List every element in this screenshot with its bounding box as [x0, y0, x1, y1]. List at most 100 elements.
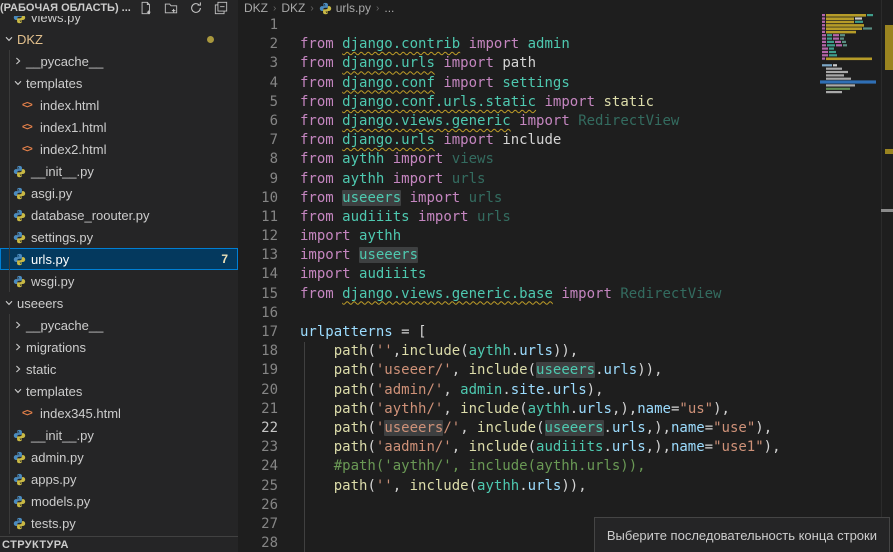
- tree-item--pycache-[interactable]: __pycache__: [0, 50, 238, 72]
- code-token: .: [570, 401, 578, 417]
- code-token: (: [367, 401, 375, 417]
- code-token: [570, 113, 578, 129]
- code-token: (: [367, 478, 375, 494]
- new-file-icon[interactable]: [139, 1, 153, 15]
- line-content: path('useeer/', include(useeers.urls)),: [300, 361, 663, 380]
- code-line-2[interactable]: 2from django.contrib import admin: [238, 35, 818, 54]
- code-line-14[interactable]: 14 import audiiits: [238, 265, 818, 284]
- tree-item-templates[interactable]: templates: [0, 380, 238, 402]
- refresh-icon[interactable]: [189, 1, 203, 15]
- code-line-16[interactable]: 16: [238, 304, 818, 323]
- minimap[interactable]: [820, 13, 878, 105]
- code-line-25[interactable]: 25 path('', include(aythh.urls)),: [238, 477, 818, 496]
- code-line-11[interactable]: 11from audiiits import urls: [238, 208, 818, 227]
- code-line-20[interactable]: 20 path('admin/', admin.site.urls),: [238, 381, 818, 400]
- warning-marker: [885, 25, 893, 70]
- code-token: (: [536, 420, 544, 436]
- tree-item-apps-py[interactable]: apps.py: [0, 468, 238, 490]
- tree-item-index1-html[interactable]: <>index1.html: [0, 116, 238, 138]
- tree-item-migrations[interactable]: migrations: [0, 336, 238, 358]
- breadcrumb-item[interactable]: ...: [384, 1, 394, 15]
- code-line-9[interactable]: 9from aythh import urls: [238, 170, 818, 189]
- code-line-18[interactable]: 18 path('',include(aythh.urls)),: [238, 342, 818, 361]
- code-line-3[interactable]: 3from django.urls import path: [238, 54, 818, 73]
- tree-item-index-html[interactable]: <>index.html: [0, 94, 238, 116]
- chevron-right-icon: [13, 320, 23, 330]
- code-token: ,),: [612, 401, 637, 417]
- tree-item-urls-py[interactable]: urls.py7: [0, 248, 238, 270]
- new-folder-icon[interactable]: [164, 1, 178, 15]
- tree-item-dkz[interactable]: DKZ: [0, 28, 238, 50]
- code-line-7[interactable]: 7from django.urls import include: [238, 131, 818, 150]
- code-token: import: [300, 247, 351, 263]
- tree-item-admin-py[interactable]: admin.py: [0, 446, 238, 468]
- tree-item-settings-py[interactable]: settings.py: [0, 226, 238, 248]
- breadcrumb-item[interactable]: DKZ: [281, 1, 305, 15]
- tree-item-index345-html[interactable]: <>index345.html: [0, 402, 238, 424]
- tree-item-tests-py[interactable]: tests.py: [0, 512, 238, 534]
- line-content: from django.conf.urls.static import stat…: [300, 93, 654, 112]
- code-line-8[interactable]: 8from aythh import views: [238, 150, 818, 169]
- code-line-24[interactable]: 24 #path('aythh/', include(aythh.urls)),: [238, 457, 818, 476]
- code-line-22[interactable]: 22 path('useeers/', include(useeers.urls…: [238, 419, 818, 438]
- tree-item--init-py[interactable]: __init__.py: [0, 424, 238, 446]
- code-token: aythh: [469, 343, 511, 359]
- collapse-all-icon[interactable]: [214, 1, 228, 15]
- tree-item-static[interactable]: static: [0, 358, 238, 380]
- code-token: django.views.generic: [342, 113, 511, 129]
- line-number: 16: [238, 304, 278, 323]
- tree-item-templates[interactable]: templates: [0, 72, 238, 94]
- code-area[interactable]: 12from django.contrib import admin3from …: [238, 16, 818, 552]
- line-content: from aythh import urls: [300, 170, 485, 189]
- tree-item-label: wsgi.py: [31, 274, 74, 289]
- code-token: include: [469, 439, 528, 455]
- line-number: 25: [238, 477, 278, 496]
- tree-item-wsgi-py[interactable]: wsgi.py: [0, 270, 238, 292]
- tree-item-models-py[interactable]: models.py: [0, 490, 238, 512]
- code-line-15[interactable]: 15from django.views.generic.base import …: [238, 285, 818, 304]
- code-line-1[interactable]: 1: [238, 16, 818, 35]
- code-line-10[interactable]: 10from useeers import urls: [238, 189, 818, 208]
- tree-item-database-roouter-py[interactable]: database_roouter.py: [0, 204, 238, 226]
- tree-item--pycache-[interactable]: __pycache__: [0, 314, 238, 336]
- line-content: import audiiits: [300, 265, 426, 284]
- code-line-21[interactable]: 21 path('aythh/', include(aythh.urls,),n…: [238, 400, 818, 419]
- tree-item-useeers[interactable]: useeers: [0, 292, 238, 314]
- code-token: import: [544, 94, 595, 110]
- code-line-13[interactable]: 13import useeers: [238, 246, 818, 265]
- code-line-4[interactable]: 4from django.conf import settings: [238, 74, 818, 93]
- breadcrumb-item[interactable]: DKZ: [244, 1, 268, 15]
- code-token: )),: [561, 478, 586, 494]
- code-token: [460, 36, 468, 52]
- line-content: from django.views.generic import Redirec…: [300, 112, 679, 131]
- code-token: from: [300, 209, 334, 225]
- tree-item-label: useeers: [17, 296, 63, 311]
- code-line-5[interactable]: 5from django.conf.urls.static import sta…: [238, 93, 818, 112]
- code-line-19[interactable]: 19 path('useeer/', include(useeers.urls)…: [238, 361, 818, 380]
- outline-section-header[interactable]: СТРУКТУРА: [0, 536, 238, 552]
- code-line-23[interactable]: 23 path('aadmin/', include(audiiits.urls…: [238, 438, 818, 457]
- line-number: 14: [238, 265, 278, 284]
- python-icon: [13, 451, 26, 464]
- tree-item--init-py[interactable]: __init__.py: [0, 160, 238, 182]
- code-line-17[interactable]: 17urlpatterns = [: [238, 323, 818, 342]
- code-token: audiiits: [536, 439, 603, 455]
- code-token: name: [671, 439, 705, 455]
- line-content: path('useeers/', include(useeers.urls,),…: [300, 419, 772, 438]
- tree-item-index2-html[interactable]: <>index2.html: [0, 138, 238, 160]
- explorer-section-header[interactable]: (РАБОЧАЯ ОБЛАСТЬ) ...: [0, 0, 238, 16]
- code-token: .: [519, 478, 527, 494]
- tree-item-label: __pycache__: [26, 54, 103, 69]
- code-token: [334, 132, 342, 148]
- line-number: 1: [238, 16, 278, 35]
- code-line-6[interactable]: 6from django.views.generic import Redire…: [238, 112, 818, 131]
- line-number: 8: [238, 150, 278, 169]
- code-line-12[interactable]: 12import aythh: [238, 227, 818, 246]
- tree-item-asgi-py[interactable]: asgi.py: [0, 182, 238, 204]
- breadcrumb-item[interactable]: urls.py: [319, 1, 371, 15]
- breadcrumb-label: DKZ: [244, 1, 268, 15]
- code-line-26[interactable]: 26: [238, 496, 818, 515]
- code-token: [334, 36, 342, 52]
- code-token: django.views.generic.base: [342, 286, 553, 302]
- code-token: import: [410, 190, 461, 206]
